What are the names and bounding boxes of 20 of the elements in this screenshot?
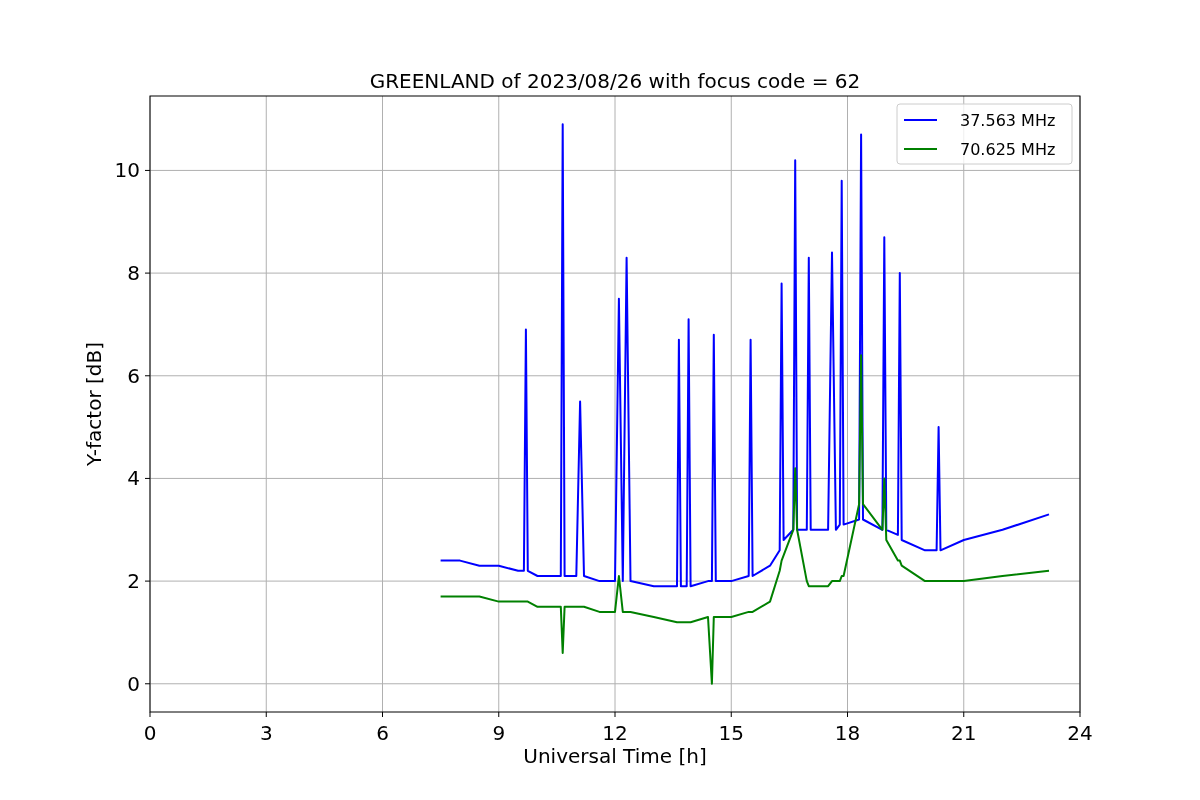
tick-label: 6 [127,363,140,388]
tick-label: 9 [492,721,506,745]
tick-label: 24 [1067,721,1093,745]
tick-label: 4 [127,466,140,491]
tick-label: 2 [127,569,140,594]
tick-label: 0 [127,671,140,696]
tick-label: 21 [951,721,977,745]
tick-label: 0 [143,721,157,745]
tick-label: 15 [718,721,744,745]
tick-label: 18 [834,721,861,745]
tick-label: 3 [259,721,273,745]
x-axis-label: Universal Time [h] [523,744,707,768]
y-axis-label: Y-factor [dB] [82,342,106,466]
tick-label: 12 [602,721,628,745]
legend-label: 37.563 MHz [960,111,1056,130]
tick-label: 10 [114,158,140,183]
chart-title: GREENLAND of 2023/08/26 with focus code = 62 [369,69,861,93]
tick-label: 6 [376,721,389,745]
legend-label: 70.625 MHz [960,140,1056,159]
tick-label: 8 [127,261,140,286]
